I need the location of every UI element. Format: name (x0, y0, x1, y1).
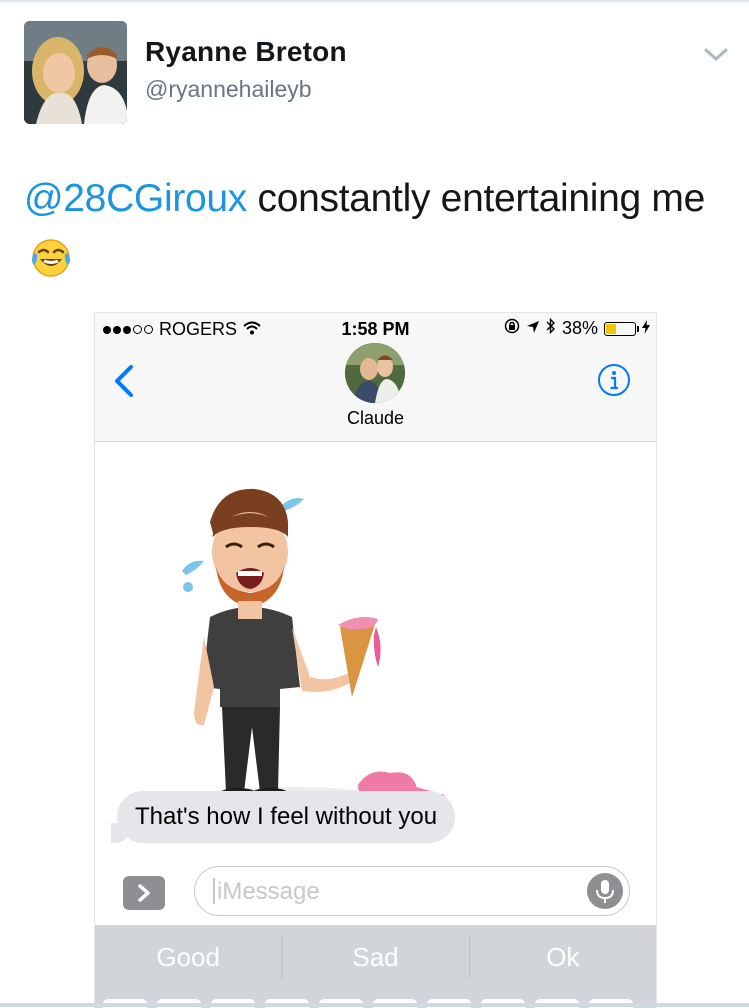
quicktype-bar: Good Sad Ok (95, 925, 656, 989)
top-divider (0, 0, 749, 2)
tweet-body: constantly entertaining me (247, 177, 706, 220)
microphone-icon[interactable] (587, 873, 623, 909)
text-cursor (213, 878, 215, 904)
imessage-placeholder: iMessage (217, 878, 320, 905)
rotation-lock-icon (504, 318, 520, 339)
contact-avatar[interactable] (345, 343, 405, 403)
chevron-down-icon[interactable] (700, 40, 732, 68)
app-drawer-button[interactable] (123, 876, 165, 910)
battery-percent: 38% (561, 318, 598, 338)
face-with-tears-of-joy-icon (30, 236, 72, 298)
received-message-bubble[interactable]: That's how I feel without you (110, 791, 456, 843)
display-name[interactable]: Ryanne Breton (145, 36, 347, 68)
charging-bolt-icon (642, 318, 650, 339)
attached-screenshot[interactable]: ROGERS 1:58 PM 38% Claude That's how I f… (94, 312, 657, 1008)
suggestion-ok[interactable]: Ok (470, 925, 656, 989)
suggestion-sad[interactable]: Sad (282, 925, 468, 989)
battery-icon (604, 321, 639, 336)
crying-bitmoji-sticker (180, 477, 460, 817)
user-avatar[interactable] (24, 21, 127, 124)
contact-name[interactable]: Claude (95, 408, 656, 429)
suggestion-good[interactable]: Good (95, 925, 281, 989)
back-chevron-icon[interactable] (109, 361, 139, 401)
imessage-input[interactable]: iMessage (194, 866, 630, 916)
bottom-divider (0, 1003, 749, 1007)
user-handle[interactable]: @ryannehaileyb (145, 76, 312, 103)
mention-link[interactable]: @28CGiroux (24, 177, 247, 220)
status-bar: ROGERS 1:58 PM 38% (95, 313, 656, 343)
info-icon[interactable] (597, 363, 631, 397)
conversation-header: Claude (95, 343, 656, 442)
bluetooth-icon (546, 317, 556, 339)
location-arrow-icon (526, 318, 540, 339)
tweet-text: @28CGiroux constantly entertaining me (24, 168, 714, 298)
